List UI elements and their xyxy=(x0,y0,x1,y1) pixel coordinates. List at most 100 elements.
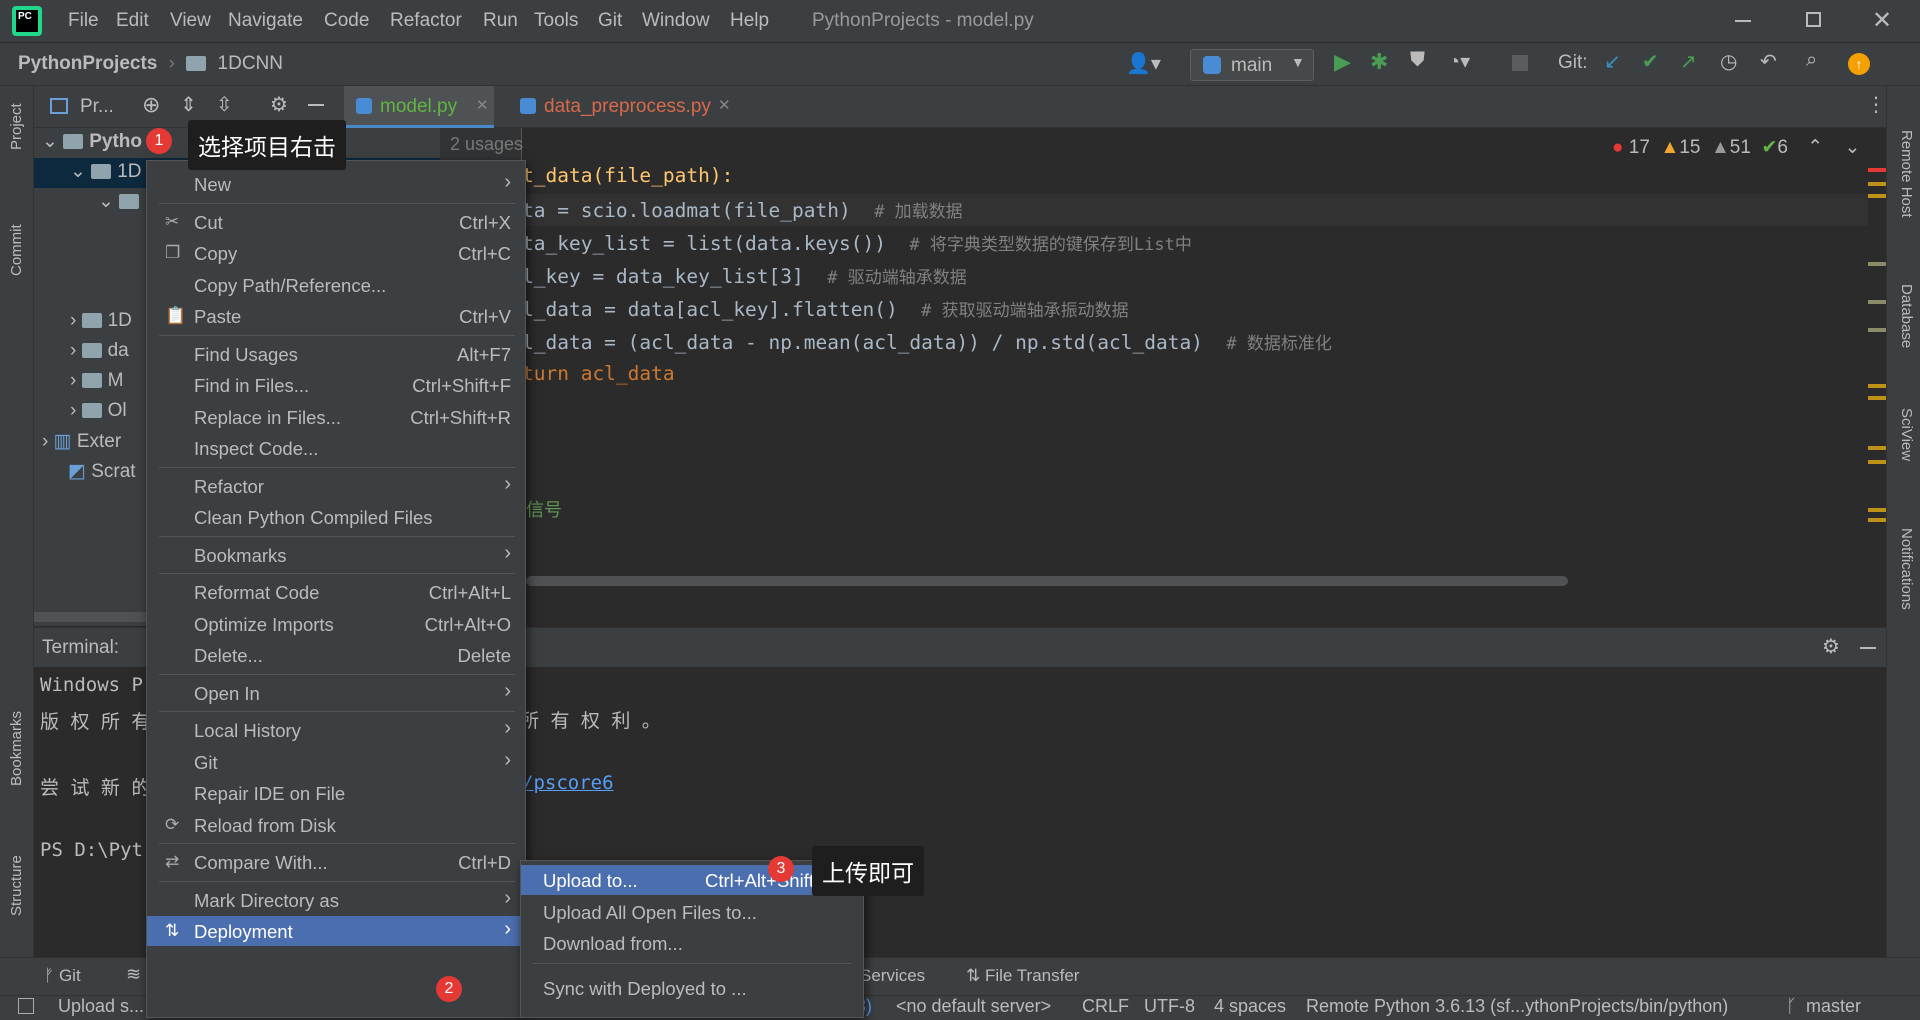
debug-icon[interactable]: ✱ xyxy=(1370,49,1388,75)
menu-item-mark-directory-as[interactable]: Mark Directory as › xyxy=(147,885,525,915)
next-highlight-icon[interactable]: ⌄ xyxy=(1844,137,1860,158)
bookmarks-tool-tab[interactable]: Bookmarks xyxy=(8,711,25,786)
minimize-icon[interactable] xyxy=(1735,20,1751,22)
menu-item-reload-from-disk[interactable]: ⟳ Reload from Disk xyxy=(147,810,525,840)
breadcrumb-folder[interactable]: 1DCNN xyxy=(218,53,283,74)
more-tabs-icon[interactable]: ⋮ xyxy=(1866,92,1886,117)
breadcrumb-root[interactable]: PythonProjects xyxy=(18,53,157,74)
tree-row-m[interactable]: › M xyxy=(70,370,123,392)
project-tool-tab[interactable]: Project xyxy=(8,103,25,150)
menu-item-replace-in-files[interactable]: Replace in Files... Ctrl+Shift+R xyxy=(147,402,525,432)
git-branch[interactable]: master xyxy=(1806,996,1861,1017)
tab-data-preprocess-py[interactable]: data_preprocess.py ✕ xyxy=(508,86,738,128)
hide-panel-icon[interactable] xyxy=(308,104,324,106)
menu-item-paste[interactable]: 📋 Paste Ctrl+V xyxy=(147,301,525,331)
previous-highlight-icon[interactable]: ⌃ xyxy=(1807,137,1823,158)
editor-horizontal-scrollbar[interactable] xyxy=(526,576,1568,586)
run-icon[interactable]: ▶ xyxy=(1334,49,1351,75)
menu-edit[interactable]: Edit xyxy=(116,10,149,32)
menu-run[interactable]: Run xyxy=(483,10,518,32)
close-icon[interactable]: ✕ xyxy=(1872,6,1892,35)
line-separator[interactable]: CRLF xyxy=(1082,996,1129,1017)
git-push-icon[interactable]: ↗ xyxy=(1680,49,1697,74)
sciview-tool-tab[interactable]: SciView xyxy=(1898,408,1915,461)
indent-setting[interactable]: 4 spaces xyxy=(1214,996,1286,1017)
menu-item-reformat-code[interactable]: Reformat Code Ctrl+Alt+L xyxy=(147,577,525,607)
remote-host-tool-tab[interactable]: Remote Host xyxy=(1898,130,1915,218)
status-left-text[interactable]: Upload s... xyxy=(58,996,144,1017)
menu-item-deployment[interactable]: ⇅ Deployment › xyxy=(147,916,525,946)
menu-tools[interactable]: Tools xyxy=(534,10,578,32)
tree-row-ol[interactable]: › Ol xyxy=(70,400,127,422)
menu-item-local-history[interactable]: Local History › xyxy=(147,715,525,745)
tree-row-external[interactable]: › ▥ Exter xyxy=(42,430,121,453)
profile-icon[interactable]: ◔▾ xyxy=(1448,49,1470,74)
stop-icon[interactable] xyxy=(1512,55,1528,71)
terminal-link-fragment[interactable]: /pscore6 xyxy=(522,772,614,794)
menu-item-copy[interactable]: ❐ Copy Ctrl+C xyxy=(147,238,525,268)
menu-file[interactable]: File xyxy=(68,10,99,32)
menu-item-optimize-imports[interactable]: Optimize Imports Ctrl+Alt+O xyxy=(147,609,525,639)
menu-item-git[interactable]: Git › xyxy=(147,747,525,777)
menu-item-copy-path-reference[interactable]: Copy Path/Reference... xyxy=(147,270,525,300)
menu-window[interactable]: Window xyxy=(642,10,710,32)
menu-item-find-usages[interactable]: Find Usages Alt+F7 xyxy=(147,339,525,369)
tree-row-sub[interactable]: ⌄ xyxy=(98,190,145,213)
project-panel-title[interactable]: Pr... xyxy=(80,96,114,118)
inspection-widget[interactable]: ● 17 ▲15 ▲51 ✔6 ⌃ ⌄ xyxy=(1612,136,1860,159)
menu-item-clean-python-compiled-files[interactable]: Clean Python Compiled Files xyxy=(147,502,525,532)
user-icon[interactable]: 👤▾ xyxy=(1126,51,1161,76)
tree-row-1dcnn[interactable]: ⌄ 1D xyxy=(70,160,142,183)
database-tool-tab[interactable]: Database xyxy=(1898,284,1915,348)
tree-row-root[interactable]: ⌄ Pytho xyxy=(42,130,142,153)
restore-icon[interactable] xyxy=(1806,12,1821,27)
history-icon[interactable]: ◷ xyxy=(1720,49,1737,74)
git-tool-button[interactable]: ᚠ Git xyxy=(44,966,81,986)
file-encoding[interactable]: UTF-8 xyxy=(1144,996,1195,1017)
search-icon[interactable]: ⌕ xyxy=(1806,49,1817,72)
menu-git[interactable]: Git xyxy=(598,10,622,32)
menu-item-new[interactable]: New › xyxy=(147,169,525,199)
commit-tool-tab[interactable]: Commit xyxy=(8,224,25,276)
collapse-all-icon[interactable]: ⇳ xyxy=(216,92,233,117)
run-config-select[interactable]: main ▼ xyxy=(1190,49,1314,81)
submenu-item-sync-with-deployed-to[interactable]: Sync with Deployed to ... xyxy=(521,973,863,1003)
python-interpreter[interactable]: Remote Python 3.6.13 (sf...ythonProjects… xyxy=(1306,996,1728,1017)
coverage-icon[interactable]: ⛊ xyxy=(1410,49,1425,72)
menu-item-repair-ide-on-file[interactable]: Repair IDE on File xyxy=(147,778,525,808)
menu-help[interactable]: Help xyxy=(730,10,769,32)
services-tool-button[interactable]: Services xyxy=(860,966,925,986)
locate-icon[interactable]: ⊕ xyxy=(142,92,160,118)
menu-navigate[interactable]: Navigate xyxy=(228,10,303,32)
git-update-icon[interactable]: ↙ xyxy=(1604,49,1621,74)
menu-item-bookmarks[interactable]: Bookmarks › xyxy=(147,540,525,570)
tree-row-scratches[interactable]: ◩ Scrat xyxy=(68,460,136,483)
tab-model-py[interactable]: model.py ✕ xyxy=(344,86,494,128)
update-available-icon[interactable]: ↑ xyxy=(1848,53,1870,75)
tree-row-da[interactable]: › da xyxy=(70,340,129,362)
menu-item-delete[interactable]: Delete... Delete xyxy=(147,640,525,670)
terminal-settings-icon[interactable]: ⚙ xyxy=(1822,634,1840,659)
menu-code[interactable]: Code xyxy=(324,10,369,32)
git-commit-icon[interactable]: ✔ xyxy=(1642,49,1659,74)
menu-item-find-in-files[interactable]: Find in Files... Ctrl+Shift+F xyxy=(147,370,525,400)
menu-item-open-in[interactable]: Open In › xyxy=(147,678,525,708)
notifications-tool-tab[interactable]: Notifications xyxy=(1898,528,1915,610)
layers-icon[interactable]: ≋ xyxy=(126,964,141,985)
menu-item-compare-with[interactable]: ⇄ Compare With... Ctrl+D xyxy=(147,847,525,877)
expand-all-icon[interactable]: ⇕ xyxy=(180,92,197,117)
rollback-icon[interactable]: ↶ xyxy=(1760,49,1777,74)
menu-item-cut[interactable]: ✂ Cut Ctrl+X xyxy=(147,207,525,237)
hide-terminal-icon[interactable] xyxy=(1860,647,1876,649)
close-tab-icon[interactable]: ✕ xyxy=(476,96,489,114)
menu-refactor[interactable]: Refactor xyxy=(390,10,462,32)
deployment-server[interactable]: <no default server> xyxy=(896,996,1051,1017)
menu-item-inspect-code[interactable]: Inspect Code... xyxy=(147,433,525,463)
file-transfer-tool-button[interactable]: ⇅ File Transfer xyxy=(966,966,1079,986)
usages-hint[interactable]: 2 usages xyxy=(450,134,523,155)
structure-tool-tab[interactable]: Structure xyxy=(8,855,25,916)
close-tab-icon[interactable]: ✕ xyxy=(718,96,731,114)
submenu-item-upload-all-open-files-to[interactable]: Upload All Open Files to... xyxy=(521,897,863,927)
status-panel-icon[interactable] xyxy=(18,998,34,1014)
tree-row-1d[interactable]: › 1D xyxy=(70,310,132,332)
